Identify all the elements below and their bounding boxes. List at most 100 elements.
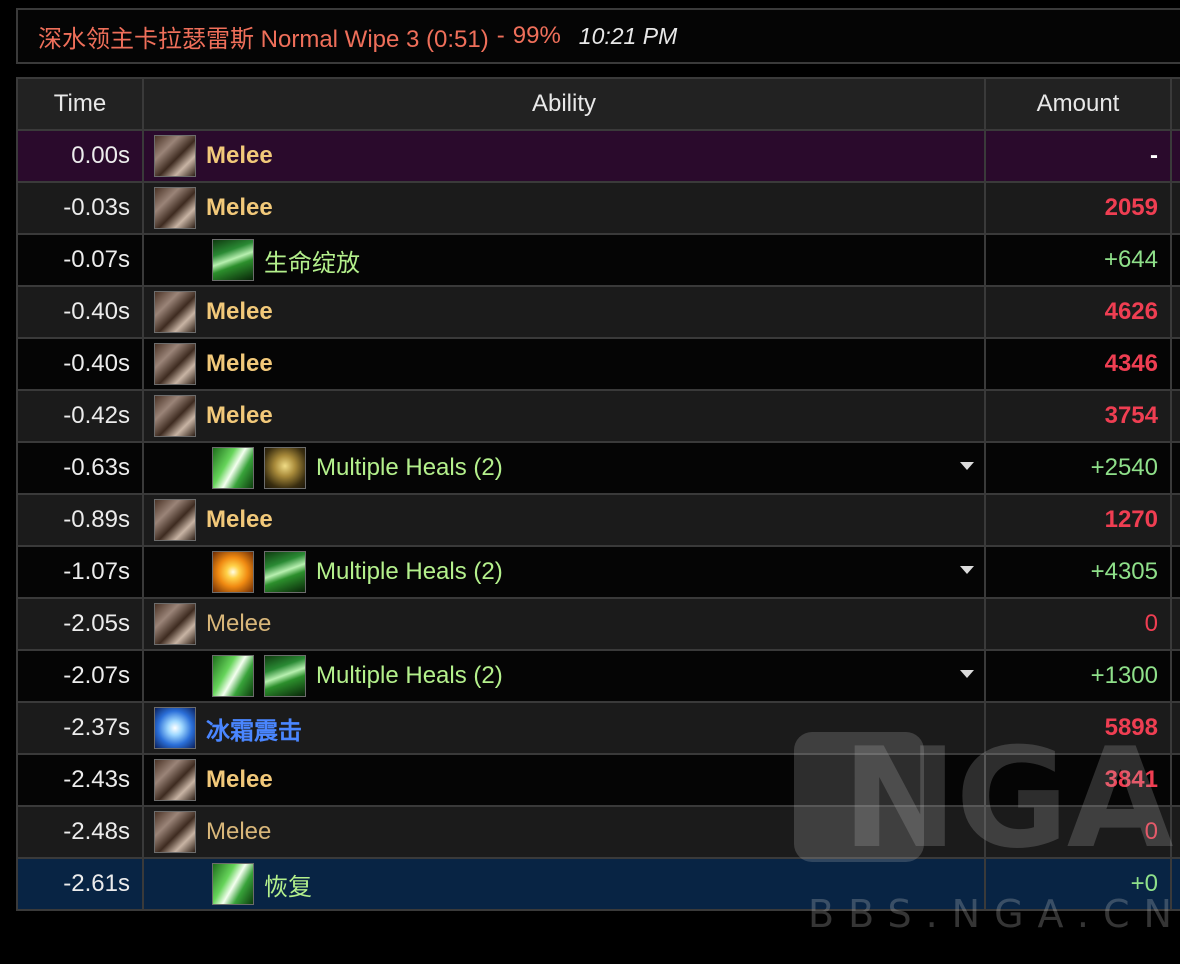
lifebloom-icon[interactable] — [264, 551, 306, 593]
table-row[interactable]: -0.42s Melee 3754 — [16, 389, 1180, 443]
ability-name[interactable]: Multiple Heals (2) — [316, 558, 503, 586]
row-spacer — [1170, 545, 1180, 599]
row-spacer — [1170, 181, 1180, 235]
ability-name[interactable]: Melee — [206, 610, 271, 638]
row-time: -0.40s — [16, 285, 144, 339]
table-row[interactable]: -2.61s 恢复 +0 — [16, 857, 1180, 911]
melee-icon[interactable] — [154, 395, 196, 437]
row-spacer — [1170, 857, 1180, 911]
row-amount: +1300 — [984, 649, 1172, 703]
ability-name[interactable]: Melee — [206, 402, 273, 430]
melee-icon[interactable] — [154, 343, 196, 385]
row-spacer — [1170, 285, 1180, 339]
melee-icon[interactable] — [154, 291, 196, 333]
ability-name[interactable]: Melee — [206, 766, 273, 794]
table-row[interactable]: -2.43s Melee 3841 — [16, 753, 1180, 807]
table-row[interactable]: -1.07s Multiple Heals (2) +4305 — [16, 545, 1180, 599]
row-spacer — [1170, 805, 1180, 859]
row-time: -2.37s — [16, 701, 144, 755]
column-header-ability[interactable]: Ability — [142, 77, 986, 131]
row-ability-cell: Melee — [142, 805, 986, 859]
ability-name[interactable]: 恢复 — [264, 867, 312, 902]
melee-icon[interactable] — [154, 811, 196, 853]
row-amount: 4626 — [984, 285, 1172, 339]
row-ability-cell: 冰霜震击 — [142, 701, 986, 755]
ability-name[interactable]: Melee — [206, 506, 273, 534]
row-ability-cell: Melee — [142, 181, 986, 235]
row-ability-cell: Melee — [142, 337, 986, 391]
table-row[interactable]: -2.05s Melee 0 — [16, 597, 1180, 651]
row-time: -0.42s — [16, 389, 144, 443]
row-time: -2.43s — [16, 753, 144, 807]
row-time: -0.07s — [16, 233, 144, 287]
lifebloom-icon[interactable] — [264, 655, 306, 697]
melee-icon[interactable] — [154, 135, 196, 177]
fight-title[interactable]: 深水领主卡拉瑟雷斯 Normal Wipe 3 (0:51) — [38, 19, 489, 54]
row-amount: 5898 — [984, 701, 1172, 755]
ability-name[interactable]: Multiple Heals (2) — [316, 454, 503, 482]
totem-icon[interactable] — [264, 447, 306, 489]
table-row[interactable]: 0.00s Melee - — [16, 129, 1180, 183]
column-header-time[interactable]: Time — [16, 77, 144, 131]
table-row[interactable]: -0.63s Multiple Heals (2) +2540 — [16, 441, 1180, 495]
chevron-down-icon[interactable] — [960, 566, 974, 574]
row-amount: 0 — [984, 805, 1172, 859]
row-amount: 3841 — [984, 753, 1172, 807]
row-time: -0.89s — [16, 493, 144, 547]
row-spacer — [1170, 597, 1180, 651]
row-spacer — [1170, 649, 1180, 703]
ability-name[interactable]: Melee — [206, 194, 273, 222]
row-time: 0.00s — [16, 129, 144, 183]
row-ability-cell: Multiple Heals (2) — [142, 649, 986, 703]
row-ability-cell: Melee — [142, 597, 986, 651]
ability-name[interactable]: 生命绽放 — [264, 243, 360, 278]
row-time: -2.48s — [16, 805, 144, 859]
table-row[interactable]: -0.89s Melee 1270 — [16, 493, 1180, 547]
ability-name[interactable]: Multiple Heals (2) — [316, 662, 503, 690]
melee-icon[interactable] — [154, 603, 196, 645]
table-row[interactable]: -0.03s Melee 2059 — [16, 181, 1180, 235]
table-row[interactable]: -2.48s Melee 0 — [16, 805, 1180, 859]
ability-name[interactable]: 冰霜震击 — [206, 711, 302, 746]
row-amount: 2059 — [984, 181, 1172, 235]
row-amount: +644 — [984, 233, 1172, 287]
frost-shock-icon[interactable] — [154, 707, 196, 749]
lifebloom-icon[interactable] — [212, 239, 254, 281]
melee-icon[interactable] — [154, 187, 196, 229]
row-spacer — [1170, 441, 1180, 495]
melee-icon[interactable] — [154, 759, 196, 801]
row-time: -2.07s — [16, 649, 144, 703]
row-amount: 4346 — [984, 337, 1172, 391]
chevron-down-icon[interactable] — [960, 462, 974, 470]
table-header-row: Time Ability Amount — [16, 77, 1180, 131]
row-time: -2.05s — [16, 597, 144, 651]
row-spacer — [1170, 753, 1180, 807]
holy-burst-icon[interactable] — [212, 551, 254, 593]
row-spacer — [1170, 493, 1180, 547]
ability-name[interactable]: Melee — [206, 298, 273, 326]
melee-icon[interactable] — [154, 499, 196, 541]
row-amount: 3754 — [984, 389, 1172, 443]
table-row[interactable]: -2.37s 冰霜震击 5898 — [16, 701, 1180, 755]
row-amount: 0 — [984, 597, 1172, 651]
chevron-down-icon[interactable] — [960, 670, 974, 678]
row-ability-cell: Melee — [142, 753, 986, 807]
heal-swipe-icon[interactable] — [212, 447, 254, 489]
table-row[interactable]: -0.40s Melee 4346 — [16, 337, 1180, 391]
heal-swipe-icon[interactable] — [212, 655, 254, 697]
ability-name[interactable]: Melee — [206, 142, 273, 170]
fight-separator: - — [496, 22, 505, 49]
row-amount: +0 — [984, 857, 1172, 911]
table-row[interactable]: -0.40s Melee 4626 — [16, 285, 1180, 339]
heal-swipe-icon[interactable] — [212, 863, 254, 905]
ability-name[interactable]: Melee — [206, 350, 273, 378]
column-header-amount[interactable]: Amount — [984, 77, 1172, 131]
table-row[interactable]: -0.07s 生命绽放 +644 — [16, 233, 1180, 287]
row-time: -0.40s — [16, 337, 144, 391]
column-header-spacer — [1170, 77, 1180, 131]
table-row[interactable]: -2.07s Multiple Heals (2) +1300 — [16, 649, 1180, 703]
death-recap-table: Time Ability Amount 0.00s Melee - -0.03s… — [16, 77, 1180, 911]
row-ability-cell: 生命绽放 — [142, 233, 986, 287]
ability-name[interactable]: Melee — [206, 818, 271, 846]
fight-clock: 10:21 PM — [578, 22, 678, 49]
